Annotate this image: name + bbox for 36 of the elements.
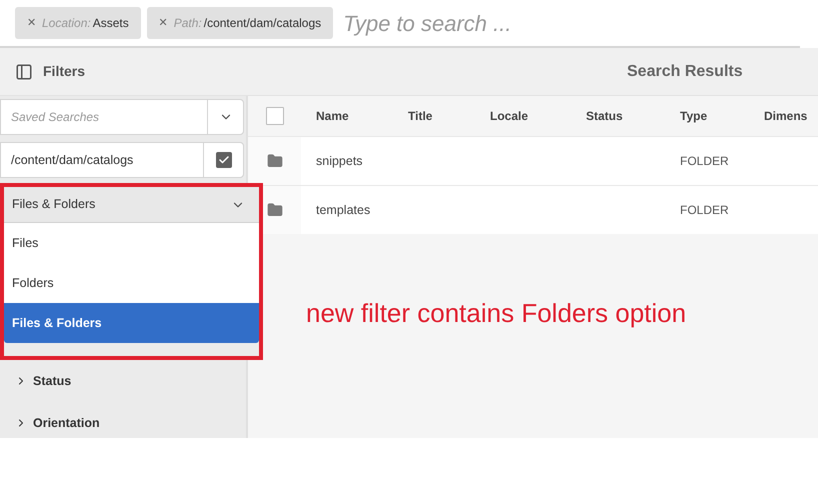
filter-section[interactable]: Status (0, 360, 244, 402)
folder-icon (266, 202, 282, 218)
section-label: Orientation (33, 414, 100, 432)
tag-value: Assets (92, 15, 129, 32)
column-header[interactable]: Dimens (749, 107, 818, 125)
folder-icon (266, 153, 282, 169)
dropdown-option[interactable]: Folders (4, 263, 259, 303)
path-checkbox[interactable] (216, 152, 232, 168)
table-cell-text: FOLDER (679, 153, 730, 170)
check-icon (218, 154, 230, 166)
tag-label: Path: (174, 15, 202, 32)
remove-tag-button[interactable]: ✕ (27, 14, 36, 32)
table-cell-text: templates (315, 202, 372, 219)
column-header[interactable]: Type (665, 107, 749, 125)
column-header[interactable]: Status (571, 107, 665, 125)
path-field[interactable]: /content/dam/catalogs (0, 142, 244, 178)
column-header[interactable]: Locale (475, 107, 571, 125)
table-cell-text: snippets (315, 152, 364, 170)
tag-label: Location: (42, 15, 91, 32)
column-header[interactable]: Name (301, 107, 393, 125)
results-title: Search Results (627, 62, 743, 82)
table-cell-text: FOLDER (679, 202, 730, 219)
filter-section[interactable]: Orientation (0, 402, 244, 444)
select-all-checkbox[interactable] (266, 107, 284, 125)
annotation-text: new filter contains Folders option (306, 298, 686, 328)
select-placeholder: Saved Searches (10, 109, 100, 126)
path-value: /content/dam/catalogs (10, 152, 134, 169)
section-label: Status (33, 372, 72, 390)
table-row[interactable]: snippets FOLDER (248, 136, 818, 185)
filters-title: Filters (43, 62, 86, 81)
dropdown-option[interactable]: Files & Folders (4, 303, 259, 343)
column-header[interactable]: Title (393, 107, 475, 125)
sidebar-icon[interactable] (15, 62, 33, 80)
remove-tag-button[interactable]: ✕ (158, 14, 168, 32)
search-field[interactable]: Type to search ... (343, 6, 800, 40)
tag-value: /content/dam/catalogs (204, 15, 322, 32)
